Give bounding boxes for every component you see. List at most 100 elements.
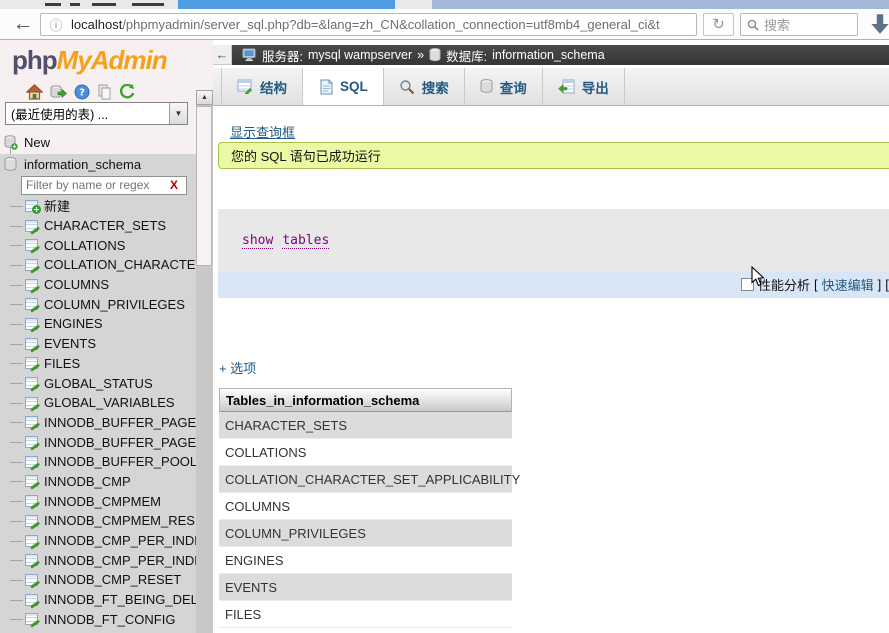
dropdown-arrow-icon[interactable]: ▼ [169, 103, 187, 124]
db-name-link[interactable]: information_schema [492, 48, 605, 62]
table-row[interactable]: COLLATION_CHARACTER_SET_APPLICABILITY [219, 466, 520, 493]
sidebar-table-item[interactable]: GLOBAL_VARIABLES [0, 393, 196, 413]
sidebar-table-item[interactable]: FILES [0, 354, 196, 374]
sidebar-table-item[interactable]: INNODB_BUFFER_POOL_STATS [0, 452, 196, 472]
tab-bar: 结构 SQL 搜索 查询 导出 [213, 68, 889, 106]
help-icon[interactable]: ? [74, 84, 90, 100]
sidebar-table-item[interactable]: COLUMNS [0, 275, 196, 295]
table-row[interactable]: ENGINES [219, 547, 512, 574]
sidebar-table-item[interactable]: INNODB_CMP_PER_INDEX [0, 531, 196, 551]
tab-label: 查询 [499, 80, 527, 96]
collapse-navigation-button[interactable]: ← [213, 45, 232, 65]
table-cell: CHARACTER_SETS [225, 417, 348, 433]
filter-row: X [0, 174, 196, 196]
tab-export[interactable]: 导出 [543, 68, 625, 105]
refresh-icon[interactable] [119, 84, 135, 100]
sidebar-table-item[interactable]: INNODB_CMP_PER_INDEX_RESET [0, 550, 196, 570]
table-row[interactable]: COLUMN_PRIVILEGES [219, 520, 512, 547]
sidebar-table-label: COLLATIONS [44, 237, 126, 253]
table-row[interactable]: FILES [219, 601, 512, 628]
tools-segments: 性能分析[快速编辑][编辑][创建 P [758, 275, 889, 294]
filter-clear-button[interactable]: X [170, 178, 186, 192]
table-cell: COLUMNS [225, 498, 291, 514]
sidebar-table-label: COLLATION_CHARACTER_SET_APPLICABILITY [44, 257, 196, 273]
tree-item-database[interactable]: information_schema [0, 154, 196, 174]
sidebar-table-item[interactable]: INNODB_CMP [0, 472, 196, 492]
table-row[interactable]: COLUMNS [219, 493, 512, 520]
server-name-link[interactable]: mysql wampserver [308, 48, 412, 62]
success-message: 您的 SQL 语句已成功运行 [218, 142, 889, 169]
sidebar-table-item[interactable]: CHARACTER_SETS [0, 216, 196, 236]
back-button[interactable]: ← [10, 11, 36, 37]
reload-button[interactable]: ↻ [703, 13, 734, 36]
url-domain: localhost [71, 17, 123, 32]
table-row[interactable]: CHARACTER_SETS [219, 412, 512, 439]
sidebar-table-item[interactable]: EVENTS [0, 334, 196, 354]
database-name: information_schema [24, 156, 142, 172]
tree-item-new-database[interactable]: New [0, 132, 196, 152]
result-table-header[interactable]: Tables_in_information_schema [219, 388, 512, 412]
recent-tables-dropdown[interactable]: (最近使用的表) ... ▼ [5, 102, 188, 125]
sidebar-table-item[interactable]: COLUMN_PRIVILEGES [0, 294, 196, 314]
sidebar-table-item[interactable]: INNODB_FT_CONFIG [0, 609, 196, 629]
table-row[interactable]: EVENTS [219, 574, 512, 601]
sidebar-table-item[interactable]: ENGINES [0, 314, 196, 334]
options-toggle-link[interactable]: + 选项 [219, 358, 256, 377]
sidebar-table-item[interactable]: COLLATION_CHARACTER_SET_APPLICABILITY [0, 255, 196, 275]
browser-search-input[interactable]: 搜索 [740, 13, 858, 36]
site-info-icon[interactable]: ⓘ [41, 15, 71, 34]
table-icon [25, 475, 38, 488]
show-query-box-link[interactable]: 显示查询框 [230, 122, 295, 141]
table-icon [25, 534, 38, 547]
table-icon [25, 436, 38, 449]
sql-keyword[interactable]: tables [282, 233, 330, 249]
search-icon [400, 79, 415, 94]
tab-title-fragment [45, 3, 61, 6]
navigation-panel: phpMyAdmin ? (最近使用的表) ... ▼ New informat… [0, 40, 213, 633]
database-icon [429, 48, 441, 62]
sidebar-table-item[interactable]: INNODB_FT_BEING_DELETED [0, 590, 196, 610]
sidebar-table-item[interactable]: INNODB_CMPMEM [0, 491, 196, 511]
sidebar-table-item[interactable]: COLLATIONS [0, 235, 196, 255]
table-icon [25, 239, 38, 252]
home-icon[interactable] [26, 84, 43, 100]
sql-keyword[interactable]: show [242, 233, 274, 249]
download-icon[interactable] [866, 11, 889, 37]
sidebar-table-item[interactable]: INNODB_CMPMEM_RESET [0, 511, 196, 531]
create-table-icon [25, 199, 41, 214]
sidebar-scrollbar-thumb[interactable] [196, 106, 212, 266]
tree-filter-input[interactable]: X [21, 175, 187, 195]
tab-structure[interactable]: 结构 [221, 68, 303, 105]
tab-search[interactable]: 搜索 [384, 68, 465, 105]
sidebar-table-item[interactable]: INNODB_BUFFER_PAGE [0, 413, 196, 433]
sidebar-table-item[interactable]: INNODB_CMP_RESET [0, 570, 196, 590]
table-icon [25, 337, 38, 350]
log-out-icon[interactable] [50, 84, 67, 100]
tab-query[interactable]: 查询 [465, 68, 543, 105]
sidebar-table-item[interactable]: GLOBAL_STATUS [0, 373, 196, 393]
active-tab-sliver[interactable] [178, 0, 395, 9]
phpmyadmin-logo[interactable]: phpMyAdmin [12, 45, 168, 76]
documentation-icon[interactable] [97, 84, 112, 100]
sidebar-table-item[interactable]: INNODB_BUFFER_PAGE_LRU [0, 432, 196, 452]
sidebar-table-label: INNODB_BUFFER_POOL_STATS [44, 454, 196, 470]
new-database-icon [4, 134, 18, 150]
table-icon [25, 593, 38, 606]
sidebar-table-item[interactable]: INNODB_FT_DEFAULT_STOPWORD [0, 629, 196, 633]
tools-segment[interactable]: 快速编辑 [822, 275, 874, 294]
sidebar-table-label: INNODB_FT_BEING_DELETED [44, 592, 196, 608]
browser-tab-strip[interactable] [0, 0, 889, 9]
table-icon [25, 278, 38, 291]
tab-sql[interactable]: SQL [303, 68, 384, 105]
main-panel: ← 服务器: mysql wampserver » 数据库: informati… [213, 40, 889, 633]
table-icon [25, 416, 38, 429]
table-row[interactable]: COLLATIONS [219, 439, 512, 466]
tree-item-create-table[interactable]: 新建 [0, 196, 196, 216]
scrollbar-up-arrow[interactable]: ▲ [196, 90, 213, 105]
sidebar-table-label: INNODB_CMP_RESET [44, 572, 182, 588]
sidebar-table-label: INNODB_CMPMEM [44, 493, 162, 509]
filter-text-input[interactable] [22, 178, 170, 192]
executed-sql-box: show tables [218, 209, 889, 271]
sidebar-table-label: INNODB_CMPMEM_RESET [44, 513, 196, 529]
url-bar[interactable]: ⓘ localhost/phpmyadmin/server_sql.php?db… [40, 13, 697, 36]
